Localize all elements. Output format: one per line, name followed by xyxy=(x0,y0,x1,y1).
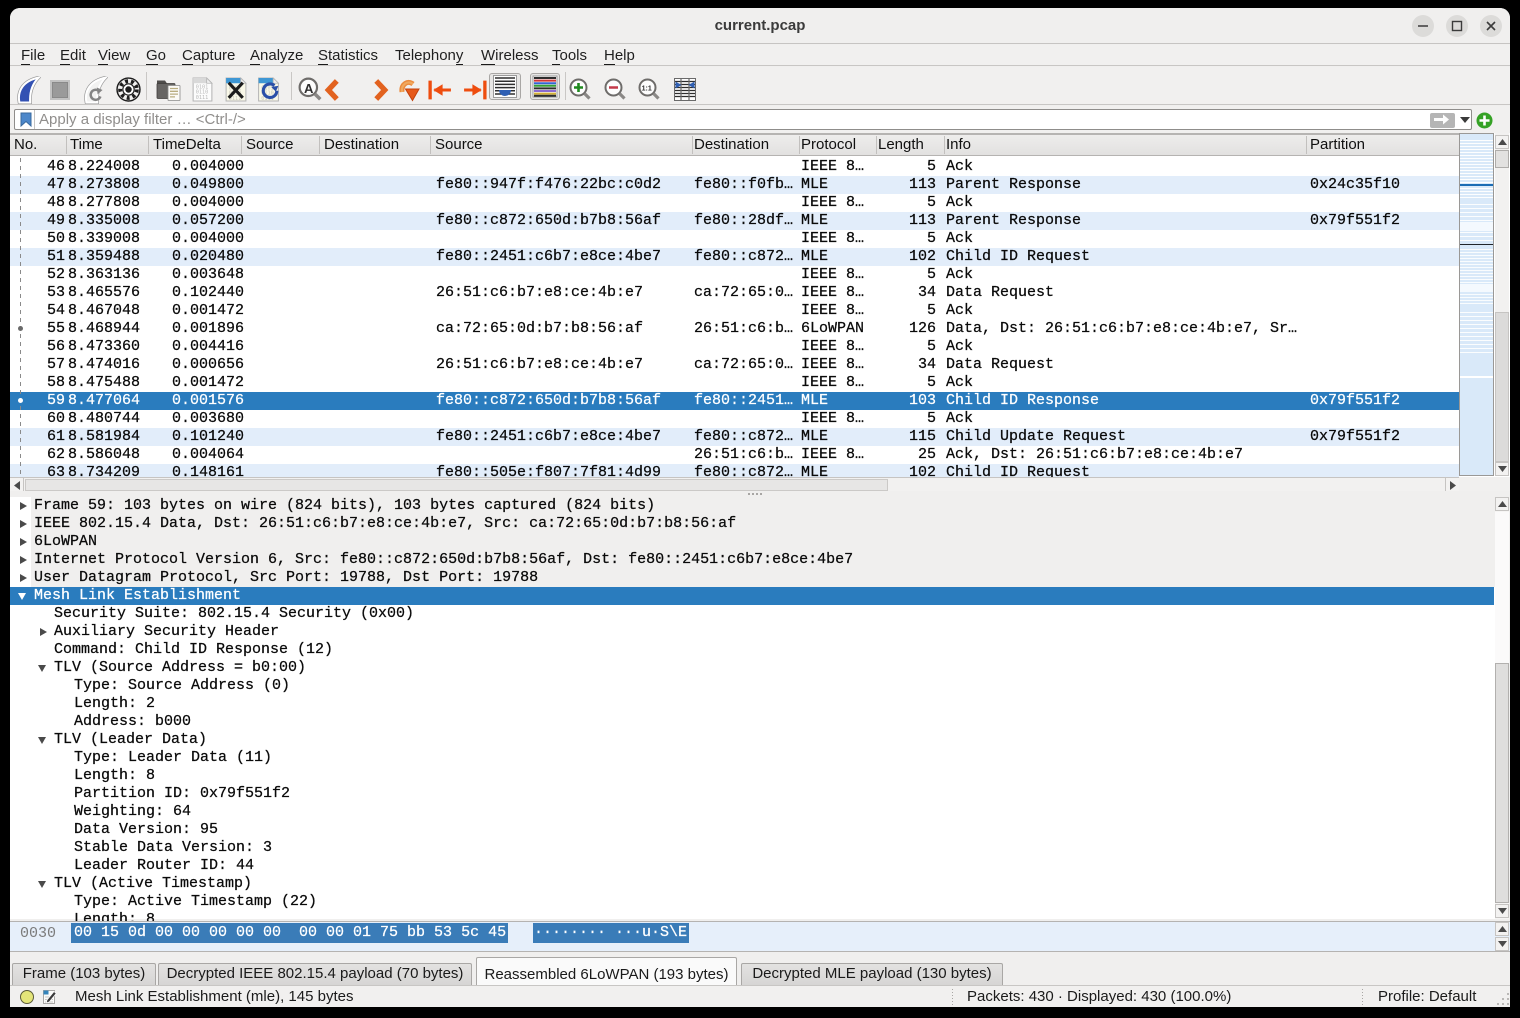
svg-text:1:1: 1:1 xyxy=(642,86,652,93)
svg-text:A: A xyxy=(304,81,314,96)
svg-text:0111: 0111 xyxy=(196,95,209,101)
